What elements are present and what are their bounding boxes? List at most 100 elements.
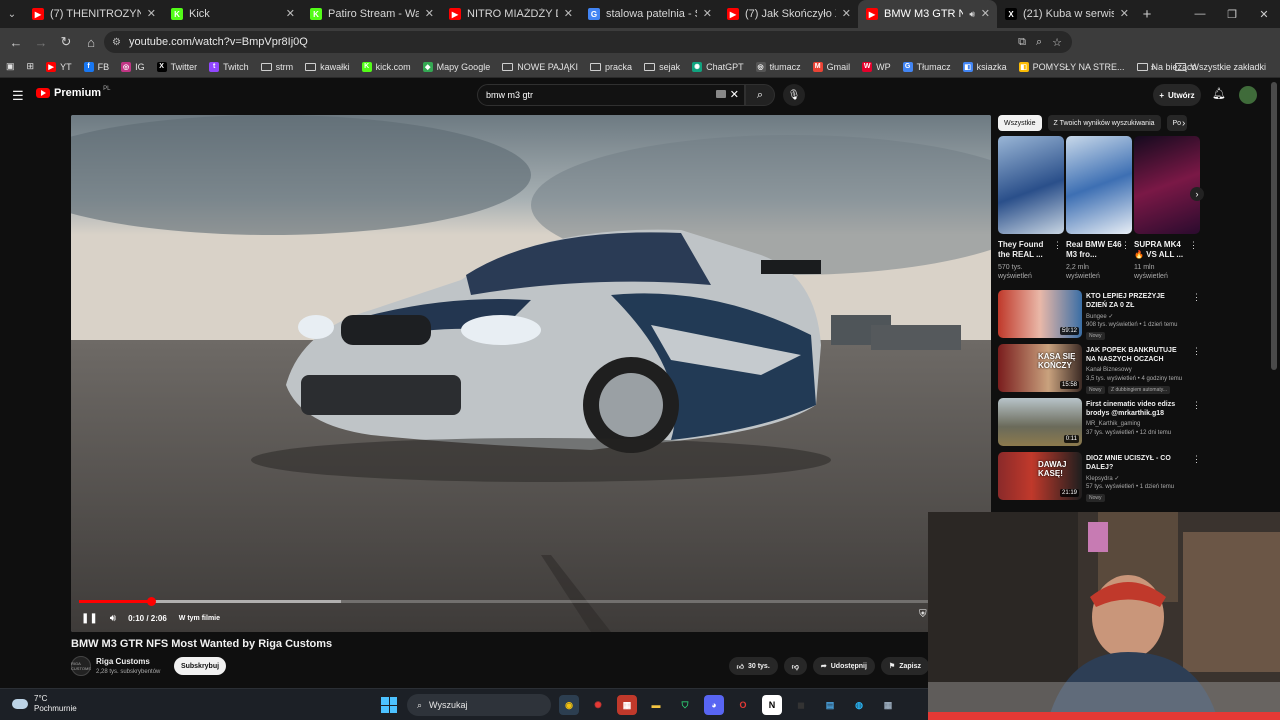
tab-close-icon[interactable]: ✕ (147, 7, 156, 20)
calculator-taskbar-icon[interactable]: ▦ (878, 695, 898, 715)
shorts-next-icon[interactable]: › (1190, 187, 1204, 201)
bookmark-item[interactable]: pracka (584, 62, 638, 72)
share-button[interactable]: ➦ Udostępnij (812, 657, 875, 675)
notifications-bell-icon[interactable]: 🔔︎ (1212, 87, 1226, 100)
more-options-icon[interactable]: ⋮ (1121, 240, 1130, 251)
channel-name[interactable]: Kanał Biznesowy (1086, 367, 1132, 373)
recommended-video[interactable]: 0:11 First cinematic video edizs brodys @… (998, 398, 1204, 452)
chrome-taskbar-icon[interactable]: ◉ (559, 695, 579, 715)
bookmark-item[interactable]: f FB (78, 61, 116, 72)
tab-close-icon[interactable]: ✕ (286, 7, 295, 20)
notion-taskbar-icon[interactable]: N (762, 695, 782, 715)
tab-search-icon[interactable]: ⌄ (0, 0, 24, 28)
recommended-video[interactable]: DAWAJ KASĘ! 21:19 DIOZ MNIE UCISZYŁ - CO D… (998, 452, 1204, 506)
search-input[interactable]: bmw m3 gtr ✕ (477, 84, 745, 106)
tab-close-icon[interactable]: ✕ (425, 7, 434, 20)
video-thumbnail[interactable]: KASA SIĘ KOŃCZY 15:58 (998, 344, 1082, 392)
bookmark-item[interactable]: ◧ POMYSŁY NA STRE... (1013, 61, 1131, 72)
browser-tab[interactable]: ▶ (7) THENITROZYNIAK - Ki ✕ (24, 0, 163, 28)
bookmark-item[interactable]: G Tłumacz (897, 61, 957, 72)
bookmark-item[interactable]: strm (255, 62, 300, 72)
bookmark-item[interactable]: ◧ ksiazka (957, 61, 1013, 72)
discord-taskbar-icon[interactable]: ◕ (704, 695, 724, 715)
voice-search-button[interactable]: 🎙︎ (783, 84, 805, 106)
bookmark-item[interactable]: ◆ Mapy Google (417, 61, 497, 72)
zoom-icon[interactable]: ⌕ (1036, 36, 1042, 49)
more-options-icon[interactable]: ⋮ (1192, 346, 1201, 357)
filter-chip[interactable]: Wszystkie (998, 115, 1042, 131)
filter-chip[interactable]: Z Twoich wyników wyszukiwania (1047, 115, 1161, 131)
chapters-button[interactable]: W tym filmie (179, 615, 220, 622)
tab-close-icon[interactable]: ✕ (564, 7, 573, 20)
vpn-taskbar-icon[interactable]: ⛉ (675, 695, 695, 715)
bookmark-star-icon[interactable]: ☆ (1052, 36, 1062, 49)
channel-name[interactable]: MR_Karthik_gaming (1086, 421, 1140, 427)
menu-icon[interactable]: ☰ (12, 88, 24, 104)
video-thumbnail[interactable]: 0:11 (998, 398, 1082, 446)
short-item[interactable]: They Found the REAL ... 570 tys. wyświetl… (998, 136, 1064, 281)
bookmark-item[interactable]: W WP (856, 61, 897, 72)
browser-tab[interactable]: Gstalowa patelnia - Szukaj ✕ (580, 0, 719, 28)
edge-taskbar-icon[interactable]: ◍ (849, 695, 869, 715)
channel-name[interactable]: Riga Customs (96, 657, 150, 666)
more-options-icon[interactable]: ⋮ (1192, 454, 1201, 465)
file-explorer-icon[interactable]: ▬ (646, 695, 666, 715)
bookmark-item[interactable]: ◎ IG (115, 61, 151, 72)
tab-close-icon[interactable]: ✕ (842, 7, 851, 20)
all-bookmarks-folder[interactable]: Wszystkie zakładki (1169, 62, 1272, 72)
bookmark-item[interactable]: ▶ YT (40, 61, 78, 72)
start-button[interactable] (381, 697, 397, 713)
video-thumbnail[interactable]: 59:12 (998, 290, 1082, 338)
pause-icon[interactable]: ❚❚ (81, 613, 98, 624)
bookmark-item[interactable]: t Twitch (203, 61, 255, 72)
tab-audio-icon[interactable]: 🔊︎ (969, 9, 975, 20)
app-taskbar-icon[interactable]: ✺ (588, 695, 608, 715)
channel-name[interactable]: Bungee ✓ (1086, 313, 1113, 320)
volume-icon[interactable]: 🔊︎ (110, 613, 116, 624)
chevron-right-icon[interactable]: › (1182, 118, 1185, 129)
forward-icon[interactable]: → (29, 30, 53, 54)
tab-close-icon[interactable]: ✕ (703, 7, 712, 20)
short-thumbnail[interactable] (1134, 136, 1200, 234)
sponsor-shield-icon[interactable]: ⛨ (919, 609, 927, 620)
short-item[interactable]: SUPRA MK4 🔥 VS ALL ... 11 mln wyświetleń ⋮ (1134, 136, 1200, 281)
tab-close-icon[interactable]: ✕ (1120, 7, 1129, 20)
channel-name[interactable]: Klepsydra ✓ (1086, 475, 1119, 482)
address-bar[interactable]: ⚙ youtube.com/watch?v=BmpVpr8Ij0Q ⧉ ⌕ ☆ (104, 31, 1072, 53)
bookmark-item[interactable]: ✺ ChatGPT (686, 61, 750, 72)
restore-icon[interactable]: ❐ (1216, 0, 1248, 28)
dislike-button[interactable]: 👎︎ (783, 657, 807, 675)
bookmark-item[interactable]: sejak (638, 62, 686, 72)
browser-tab[interactable]: ▶ BMW M3 GTR NFS M 🔊︎ ✕ (858, 0, 997, 28)
progress-bar[interactable] (79, 597, 983, 606)
youtube-logo[interactable]: Premium PL (36, 86, 110, 99)
new-tab-button[interactable]: + (1136, 0, 1158, 28)
save-button[interactable]: ⚑ Zapisz (880, 657, 929, 675)
short-item[interactable]: Real BMW E46 M3 fro... 2,2 mln wyświetleń… (1066, 136, 1132, 281)
more-bookmarks-icon[interactable]: » (1150, 62, 1155, 72)
notepad-taskbar-icon[interactable]: ▤ (820, 695, 840, 715)
photos-taskbar-icon[interactable]: ▦ (617, 695, 637, 715)
weather-widget[interactable]: 7°C Pochmurnie (12, 694, 77, 714)
browser-tab[interactable]: K Patiro Stream - Watch Liv ✕ (302, 0, 441, 28)
taskbar-search[interactable]: ⌕ Wyszukaj (407, 694, 551, 716)
clear-search-icon[interactable]: ✕ (730, 88, 739, 101)
back-icon[interactable]: ← (4, 30, 28, 54)
more-options-icon[interactable]: ⋮ (1189, 240, 1198, 251)
page-scrollbar[interactable] (1271, 82, 1277, 370)
sidebar-toggle-icon[interactable]: ▣ (0, 61, 21, 72)
minimize-icon[interactable]: — (1184, 0, 1216, 28)
bookmark-item[interactable]: Kkick.com (356, 61, 417, 72)
close-window-icon[interactable]: ✕ (1248, 0, 1280, 28)
video-player[interactable]: ❚❚ 🔊︎ 0:10 / 2:06 W tym filmie ⛨ ▤ ⚙ (71, 115, 991, 632)
short-thumbnail[interactable] (1066, 136, 1132, 234)
bookmark-item[interactable]: M Gmail (807, 61, 857, 72)
home-icon[interactable]: ⌂ (79, 30, 103, 54)
channel-avatar[interactable]: RIGA CUSTOMS (71, 656, 91, 676)
bookmark-item[interactable]: kawałki (299, 62, 356, 72)
search-button[interactable]: ⌕ (745, 84, 775, 106)
recommended-video[interactable]: 59:12 KTO LEPIEJ PRZEŻYJE DZIEŃ ZA 0 ZŁ Bu… (998, 290, 1204, 344)
bookmark-item[interactable]: ◎ tłumacz (750, 61, 807, 72)
bookmark-item[interactable]: X Twitter (151, 61, 204, 72)
bookmark-item[interactable]: NOWE PAJĄKI (496, 62, 584, 72)
